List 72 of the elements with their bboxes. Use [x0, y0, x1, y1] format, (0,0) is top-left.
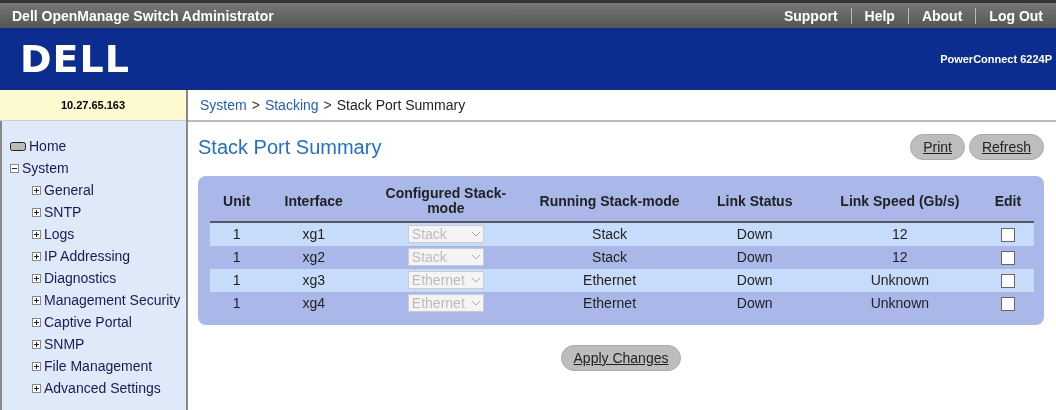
apply-button[interactable]: Apply Changes: [560, 344, 682, 371]
expand-icon[interactable]: [32, 339, 41, 349]
expand-icon[interactable]: [32, 361, 41, 371]
table-cell: 1: [210, 268, 264, 292]
column-header: Link Status: [691, 184, 818, 222]
table-cell: Unknown: [818, 291, 982, 315]
breadcrumb-link[interactable]: Stacking: [264, 97, 319, 113]
nav-item[interactable]: File Management: [44, 358, 153, 374]
drive-icon: [10, 141, 26, 151]
table-cell: xg3: [263, 268, 364, 292]
edit-checkbox[interactable]: [1000, 274, 1015, 289]
nav-item[interactable]: IP Addressing: [44, 248, 131, 264]
table-cell: xg2: [263, 245, 364, 269]
top-link[interactable]: Log Out: [975, 7, 1056, 24]
nav-item[interactable]: Home: [29, 138, 67, 154]
column-header: Unit: [210, 184, 264, 222]
column-header: Edit: [981, 184, 1034, 222]
column-header: Link Speed (Gb/s): [818, 184, 982, 222]
table-cell: 1: [210, 221, 264, 246]
edit-checkbox[interactable]: [1000, 228, 1015, 243]
nav-item[interactable]: Logs: [44, 226, 75, 242]
nav-item[interactable]: Captive Portal: [44, 314, 132, 330]
app-title: Dell OpenManage Switch Administrator: [12, 7, 274, 24]
page-title: Stack Port Summary: [198, 135, 382, 159]
expand-icon[interactable]: [32, 295, 41, 305]
column-header: Configured Stack-mode: [364, 184, 528, 222]
ip-address: 10.27.65.163: [0, 90, 186, 121]
nav-item[interactable]: SNMP: [44, 336, 85, 352]
toolbar-button[interactable]: Refresh: [968, 134, 1044, 160]
edit-checkbox[interactable]: [1000, 297, 1015, 312]
edit-checkbox[interactable]: [1000, 251, 1015, 266]
table-cell: xg4: [263, 291, 364, 315]
top-link[interactable]: About: [907, 7, 976, 24]
breadcrumb-separator: >: [251, 97, 260, 113]
expand-icon[interactable]: [32, 383, 41, 393]
table-cell: Down: [691, 221, 818, 246]
nav-item[interactable]: System: [22, 160, 69, 176]
table-cell: Ethernet: [527, 268, 692, 292]
nav-item[interactable]: Diagnostics: [44, 270, 117, 286]
table-cell: Down: [691, 245, 818, 269]
toolbar-button[interactable]: Print: [910, 134, 965, 160]
expand-icon[interactable]: [32, 251, 41, 261]
column-header: Running Stack-mode: [527, 184, 692, 222]
logo: DELL: [20, 37, 130, 81]
breadcrumb-separator: >: [323, 97, 332, 113]
expand-icon[interactable]: [32, 273, 41, 283]
table-cell: 12: [818, 245, 982, 269]
table-cell: Down: [691, 291, 818, 315]
table-cell: Unknown: [818, 268, 982, 292]
table-cell: 1: [210, 291, 264, 315]
table-cell: 1: [210, 245, 264, 269]
table-cell: 12: [818, 221, 982, 246]
nav-item[interactable]: Advanced Settings: [44, 380, 161, 396]
breadcrumb-link[interactable]: System: [200, 97, 247, 113]
nav-item[interactable]: Management Security: [44, 292, 181, 308]
nav-item[interactable]: General: [44, 182, 94, 198]
top-link[interactable]: Support: [770, 7, 851, 24]
breadcrumb-current: Stack Port Summary: [336, 97, 466, 113]
top-link[interactable]: Help: [850, 7, 908, 24]
table-cell: Stack: [527, 245, 692, 269]
model-name: PowerConnect 6224P: [940, 53, 1052, 65]
expand-icon[interactable]: [32, 185, 41, 195]
column-header: Interface: [263, 184, 364, 222]
table-cell: Ethernet: [527, 291, 692, 315]
expand-icon[interactable]: [32, 207, 41, 217]
table-cell: xg1: [263, 221, 364, 246]
expand-icon[interactable]: [32, 317, 41, 327]
expand-icon[interactable]: [32, 229, 41, 239]
collapse-icon[interactable]: [10, 163, 19, 173]
table-cell: Stack: [527, 221, 692, 246]
table-cell: Down: [691, 268, 818, 292]
nav-item[interactable]: SNTP: [44, 204, 82, 220]
